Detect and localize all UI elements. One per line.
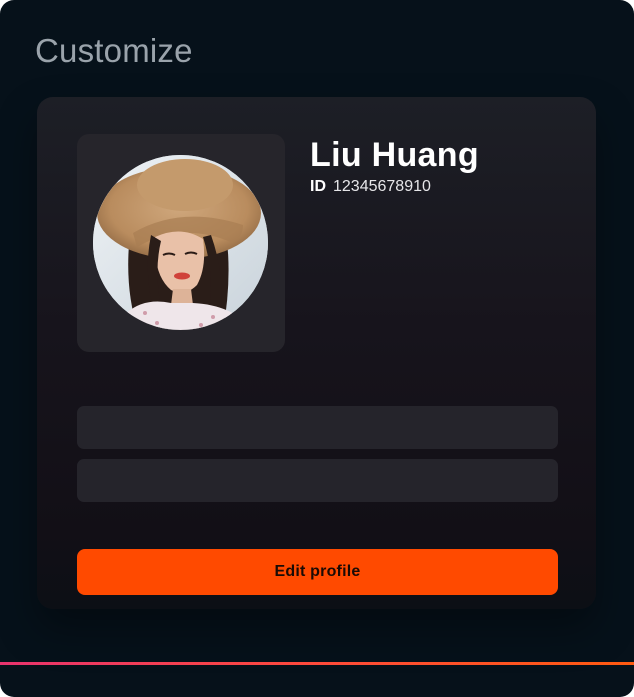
profile-name: Liu Huang	[310, 136, 479, 174]
customize-panel: Customize Liu Huang ID 12345678910 Edit …	[0, 0, 634, 697]
avatar-photo	[93, 155, 268, 330]
profile-field-1[interactable]	[77, 406, 558, 449]
id-value: 12345678910	[333, 178, 431, 195]
page-title: Customize	[35, 32, 193, 69]
edit-profile-button[interactable]: Edit profile	[77, 549, 558, 595]
id-label: ID	[310, 178, 326, 195]
accent-divider	[0, 662, 634, 665]
profile-card: Liu Huang ID 12345678910 Edit profile	[37, 97, 596, 609]
profile-field-2[interactable]	[77, 459, 558, 502]
avatar-frame	[77, 134, 285, 352]
avatar	[93, 155, 268, 330]
profile-id: ID 12345678910	[310, 178, 431, 196]
